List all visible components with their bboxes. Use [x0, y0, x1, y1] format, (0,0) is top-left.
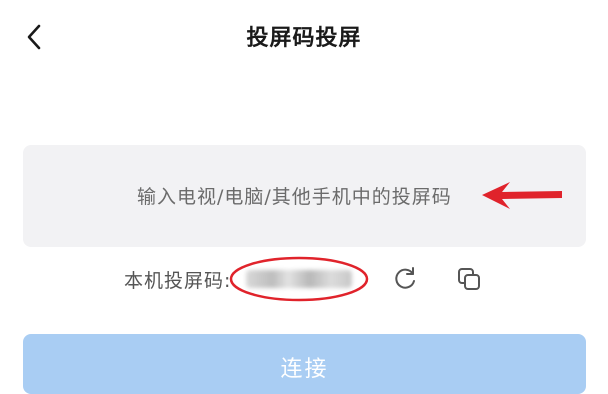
- annotation-ellipse-icon: [229, 256, 369, 302]
- connect-button[interactable]: 连接: [23, 334, 586, 394]
- copy-button[interactable]: [456, 266, 482, 292]
- refresh-icon: [395, 267, 415, 289]
- code-input-placeholder: 输入电视/电脑/其他手机中的投屏码: [137, 186, 452, 208]
- refresh-button[interactable]: [392, 266, 418, 292]
- header: 投屏码投屏: [0, 0, 608, 76]
- annotation-arrow-icon: [482, 182, 562, 209]
- page-title: 投屏码投屏: [246, 26, 362, 51]
- connect-button-label: 连接: [280, 357, 329, 382]
- copy-icon: [458, 268, 480, 290]
- local-code-label: 本机投屏码:: [124, 270, 232, 292]
